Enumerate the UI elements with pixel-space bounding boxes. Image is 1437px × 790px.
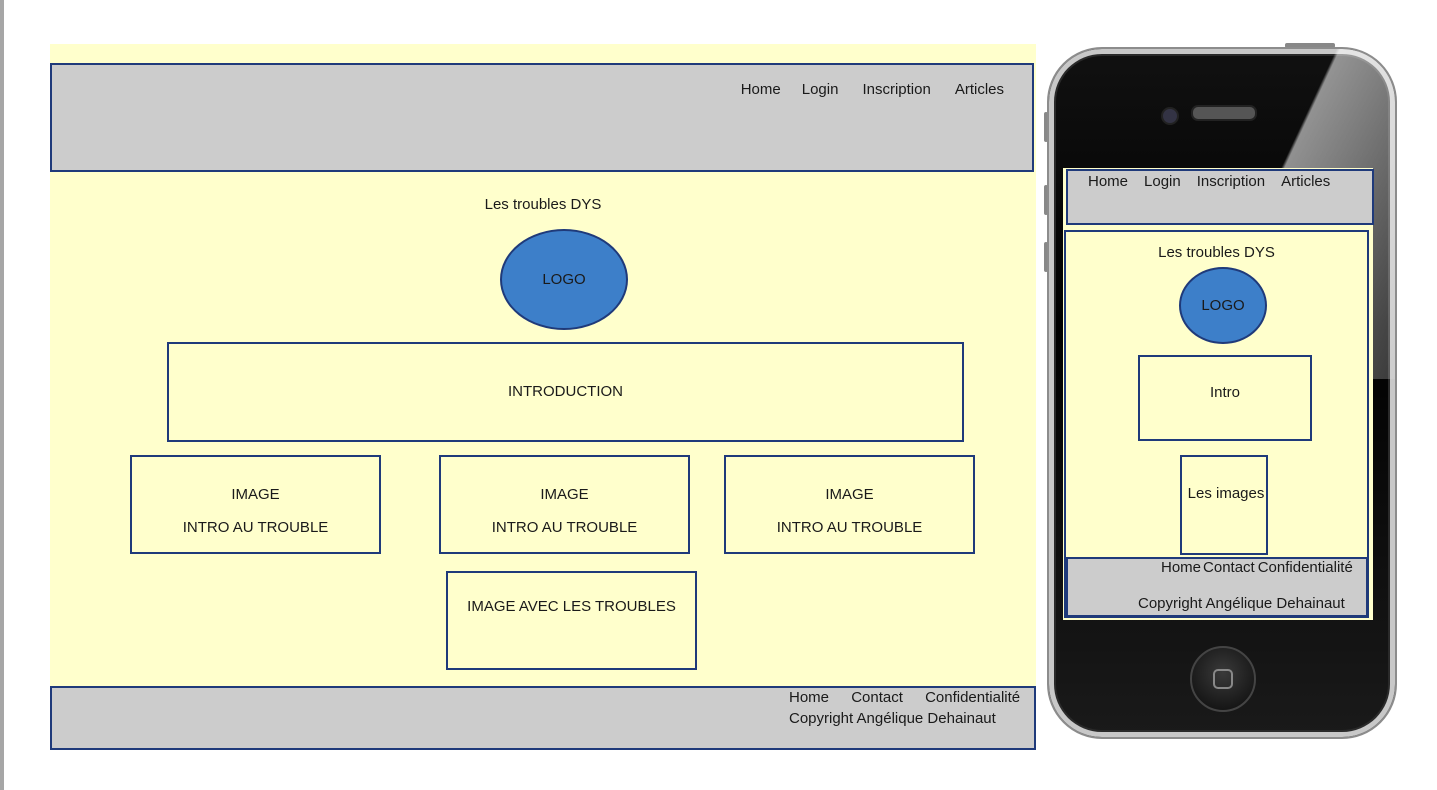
footer-link-contact[interactable]: Contact [851,689,903,706]
introduction-label: INTRODUCTION [508,383,623,400]
mobile-logo: LOGO [1179,267,1267,344]
page-title: Les troubles DYS [484,196,602,213]
mobile-images-box: Les images [1180,455,1268,555]
logo: LOGO [500,229,628,330]
mobile-intro-label: Intro [1209,384,1240,401]
desktop-mockup: Home Login Inscription Articles Les trou… [50,44,1036,750]
camera-icon [1161,107,1179,125]
mobile-nav-login[interactable]: Login [1144,173,1181,190]
mobile-footer-links: Home Contact Confidentialité [1161,559,1353,576]
mobile-footer-copyright: Copyright Angélique Dehainaut [1138,595,1345,612]
mobile-footer-confidentialite[interactable]: Confidentialité [1258,559,1353,576]
mobile-page-title: Les troubles DYS [1158,244,1275,261]
card-trouble-2[interactable]: IMAGE INTRO AU TROUBLE [439,455,690,554]
nav-articles[interactable]: Articles [955,81,1004,98]
mobile-footer: Home Contact Confidentialité Copyright Ang… [1066,557,1368,617]
introduction-box: INTRODUCTION [167,342,964,442]
mobile-intro-box: Intro [1138,355,1312,441]
desktop-nav: Home Login Inscription Articles [741,81,1004,98]
card-text: INTRO AU TROUBLE [182,519,329,536]
mobile-footer-home[interactable]: Home [1161,559,1201,576]
mobile-nav-home[interactable]: Home [1088,173,1128,190]
nav-inscription[interactable]: Inscription [862,81,930,98]
footer-links: Home Contact Confidentialité [789,687,1020,708]
card-trouble-1[interactable]: IMAGE INTRO AU TROUBLE [130,455,381,554]
card-text: INTRO AU TROUBLE [776,519,923,536]
mobile-nav-inscription[interactable]: Inscription [1197,173,1265,190]
home-button-icon[interactable] [1190,646,1256,712]
card-trouble-3[interactable]: IMAGE INTRO AU TROUBLE [724,455,975,554]
card-image-label: IMAGE [540,486,589,503]
desktop-header: Home Login Inscription Articles [50,63,1034,172]
image-troubles-label: IMAGE AVEC LES TROUBLES [467,598,676,615]
footer-link-confidentialite[interactable]: Confidentialité [925,689,1020,706]
logo-label: LOGO [542,271,586,288]
nav-login[interactable]: Login [802,81,839,98]
footer-link-home[interactable]: Home [789,689,829,706]
speaker-icon [1191,105,1257,121]
home-square-icon [1213,669,1233,689]
desktop-footer: Home Contact Confidentialité Copyright A… [50,686,1036,750]
card-image-label: IMAGE [231,486,280,503]
mobile-footer-contact[interactable]: Contact [1203,559,1255,576]
footer-content: Home Contact Confidentialité Copyright A… [789,687,1020,729]
mobile-images-label: Les images [1187,485,1265,502]
phone-screen: Home Login Inscription Articles Les trou… [1063,168,1374,620]
card-image-label: IMAGE [825,486,874,503]
left-edge-bar [0,0,4,790]
mobile-nav-articles[interactable]: Articles [1281,173,1330,190]
card-text: INTRO AU TROUBLE [491,519,638,536]
image-troubles-box: IMAGE AVEC LES TROUBLES [446,571,697,670]
nav-home[interactable]: Home [741,81,781,98]
mobile-header: Home Login Inscription Articles [1066,169,1374,225]
mobile-nav: Home Login Inscription Articles [1088,173,1330,190]
mobile-logo-label: LOGO [1201,297,1245,314]
footer-copyright: Copyright Angélique Dehainaut [789,710,996,727]
